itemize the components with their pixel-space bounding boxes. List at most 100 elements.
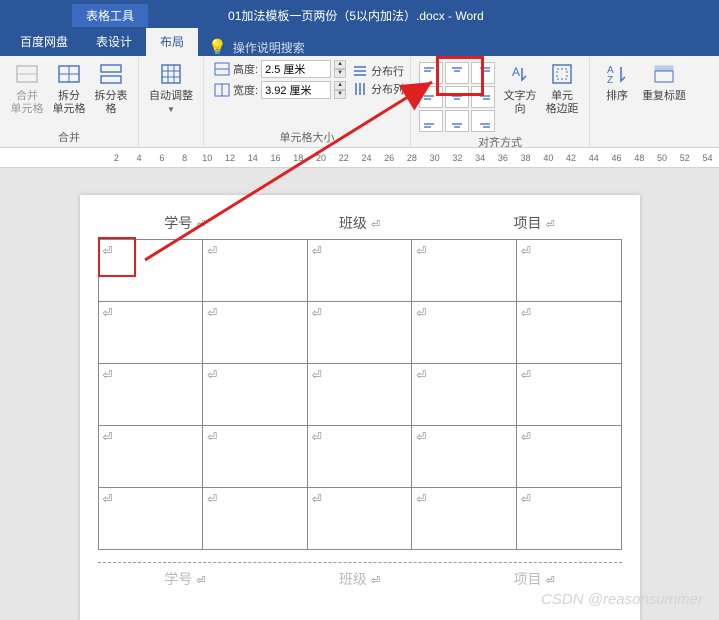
header-row: 学号 班级 项目: [98, 569, 622, 589]
ruler-tick: 34: [469, 153, 492, 163]
table-cell[interactable]: [203, 488, 308, 550]
ruler-tick: 18: [287, 153, 310, 163]
ruler-tick: 46: [605, 153, 628, 163]
table-cell[interactable]: [203, 302, 308, 364]
tab-baidupan[interactable]: 百度网盘: [6, 28, 82, 56]
document-table[interactable]: [98, 239, 622, 550]
table-cell[interactable]: [203, 426, 308, 488]
split-cells-icon: [57, 62, 81, 86]
annotation-cell-highlight: [98, 237, 136, 277]
ruler-tick: 52: [673, 153, 696, 163]
table-cell[interactable]: [98, 364, 203, 426]
distribute-rows-button[interactable]: 分布行: [352, 63, 404, 79]
tab-layout[interactable]: 布局: [146, 28, 198, 56]
table-cell[interactable]: [412, 240, 517, 302]
ruler-tick: 44: [582, 153, 605, 163]
cell-margins-button[interactable]: 单元 格边距: [541, 60, 583, 118]
ribbon-tabs: 百度网盘 表设计 布局 💡 操作说明搜索: [0, 30, 719, 56]
text-direction-icon: A: [508, 62, 532, 86]
group-cell-size: 高度: ▲▼ 宽度: ▲▼ 分布行: [204, 56, 411, 147]
table-cell[interactable]: [98, 488, 203, 550]
tell-me-search[interactable]: 操作说明搜索: [233, 39, 305, 56]
merge-cells-button[interactable]: 合并 单元格: [6, 60, 48, 118]
page[interactable]: 学号 班级 项目 学号 班级 项目: [80, 195, 640, 620]
table-cell[interactable]: [412, 364, 517, 426]
table-row: [98, 302, 621, 364]
table-cell[interactable]: [516, 364, 621, 426]
sort-button[interactable]: AZ 排序: [596, 60, 638, 105]
ruler-tick: 8: [173, 153, 196, 163]
ruler-tick: 40: [537, 153, 560, 163]
watermark: CSDN @reasonsummer: [541, 591, 703, 608]
table-cell[interactable]: [307, 426, 412, 488]
lightbulb-icon: 💡: [208, 38, 227, 56]
document-area[interactable]: 学号 班级 项目 学号 班级 项目: [0, 168, 719, 620]
text-direction-button[interactable]: A 文字方向: [499, 60, 541, 118]
group-label-cellsize: 单元格大小: [280, 129, 335, 145]
table-cell[interactable]: [516, 240, 621, 302]
table-cell[interactable]: [412, 488, 517, 550]
header-label: 班级: [339, 213, 380, 233]
header-label: 学号: [164, 213, 205, 233]
header-label: 学号: [164, 569, 205, 589]
width-input[interactable]: [261, 81, 331, 99]
svg-text:A: A: [512, 65, 520, 79]
table-row: [98, 426, 621, 488]
table-cell[interactable]: [307, 488, 412, 550]
row-height-icon: [214, 61, 230, 77]
align-bottom-center[interactable]: [445, 110, 469, 132]
ruler-tick: 4: [128, 153, 151, 163]
height-spinner[interactable]: ▲▼: [334, 60, 346, 78]
table-row: [98, 240, 621, 302]
ruler-tick: 20: [310, 153, 333, 163]
align-bottom-left[interactable]: [419, 110, 443, 132]
merge-cells-icon: [15, 62, 39, 86]
ruler-tick: 10: [196, 153, 219, 163]
align-bottom-right[interactable]: [471, 110, 495, 132]
table-cell[interactable]: [203, 240, 308, 302]
chevron-down-icon: ▼: [167, 103, 175, 116]
height-label: 高度:: [233, 61, 258, 77]
ribbon: 合并 单元格 拆分 单元格 拆分表格 合并 自: [0, 56, 719, 148]
horizontal-ruler[interactable]: 2 4 6 8 10 12 14 16 18 20 22 24 26 28 30…: [0, 148, 719, 168]
annotation-ribbon-highlight: [436, 56, 484, 96]
header-label: 班级: [339, 569, 380, 589]
autofit-button[interactable]: 自动调整 ▼: [145, 60, 197, 118]
title-bar: 表格工具 01加法模板一页两份（5以内加法）.docx - Word: [0, 0, 719, 30]
cell-margins-icon: [550, 62, 574, 86]
document-title: 01加法模板一页两份（5以内加法）.docx - Word: [228, 7, 484, 24]
svg-text:Z: Z: [607, 75, 613, 86]
table-cell[interactable]: [203, 364, 308, 426]
table-cell[interactable]: [516, 426, 621, 488]
table-cell[interactable]: [307, 302, 412, 364]
ruler-tick: 30: [423, 153, 446, 163]
ruler-tick: 48: [628, 153, 651, 163]
table-cell[interactable]: [412, 302, 517, 364]
split-table-button[interactable]: 拆分表格: [90, 60, 132, 118]
autofit-icon: [159, 62, 183, 86]
distribute-cols-button[interactable]: 分布列: [352, 81, 404, 97]
ruler-tick: 28: [401, 153, 424, 163]
table-cell[interactable]: [98, 302, 203, 364]
table-row: [98, 364, 621, 426]
tab-table-design[interactable]: 表设计: [82, 28, 146, 56]
ruler-tick: 38: [514, 153, 537, 163]
height-input[interactable]: [261, 60, 331, 78]
ruler-tick: 36: [491, 153, 514, 163]
split-cells-button[interactable]: 拆分 单元格: [48, 60, 90, 118]
group-data: AZ 排序 重复标题: [590, 56, 696, 147]
table-cell[interactable]: [307, 240, 412, 302]
table-row: [98, 488, 621, 550]
repeat-header-button[interactable]: 重复标题: [638, 60, 690, 105]
table-cell[interactable]: [307, 364, 412, 426]
group-merge: 合并 单元格 拆分 单元格 拆分表格 合并: [0, 56, 139, 147]
table-cell[interactable]: [412, 426, 517, 488]
ruler-tick: 2: [105, 153, 128, 163]
width-spinner[interactable]: ▲▼: [334, 81, 346, 99]
header-label: 项目: [514, 213, 555, 233]
distribute-rows-icon: [352, 63, 368, 79]
col-width-icon: [214, 82, 230, 98]
table-cell[interactable]: [516, 302, 621, 364]
table-cell[interactable]: [516, 488, 621, 550]
table-cell[interactable]: [98, 426, 203, 488]
